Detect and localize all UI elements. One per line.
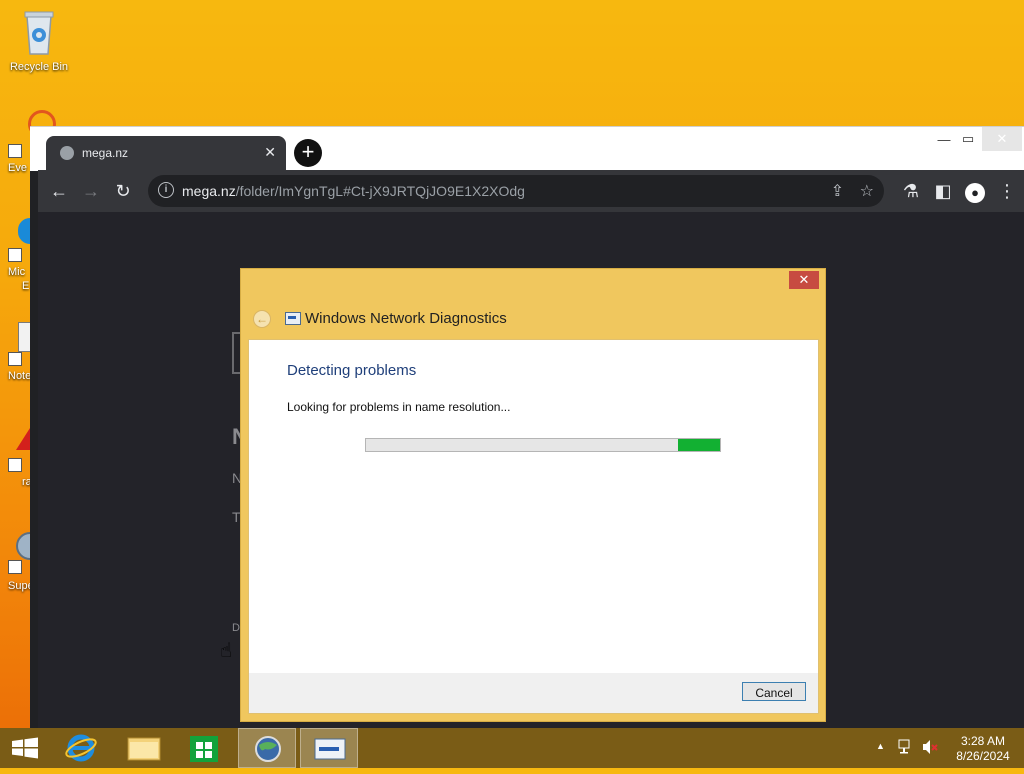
- site-info-icon[interactable]: i: [158, 182, 174, 198]
- shortcut-label: Mic: [8, 266, 26, 278]
- network-diagnostics-dialog: ✕ ← Windows Network Diagnostics Detectin…: [240, 268, 826, 722]
- address-bar[interactable]: i mega.nz/folder/ImYgnTgL#Ct-jX9JRTQjJO9…: [148, 175, 884, 207]
- network-diagnostics-taskbar-icon: [314, 738, 346, 760]
- taskbar: ▲ 3:28 AM 8/26/2024: [0, 728, 1024, 768]
- tab-title: mega.nz: [82, 146, 129, 160]
- browser-menu-icon[interactable]: ⋮: [994, 178, 1020, 204]
- browser-tab[interactable]: mega.nz ✕: [46, 136, 286, 171]
- extension-icon[interactable]: ⚗: [898, 178, 924, 204]
- shortcut-arrow-icon: [8, 352, 22, 366]
- taskbar-store[interactable]: [176, 728, 232, 768]
- window-close-button[interactable]: ✕: [982, 127, 1022, 151]
- windows-logo-icon: [12, 737, 38, 759]
- browser-globe-icon: [255, 736, 281, 762]
- bookmark-star-icon[interactable]: ☆: [860, 181, 874, 201]
- url-text: mega.nz/folder/ImYgnTgL#Ct-jX9JRTQjJO9E1…: [182, 183, 525, 199]
- store-icon: [190, 736, 218, 762]
- taskbar-file-explorer[interactable]: [116, 728, 172, 768]
- tab-close-icon[interactable]: ✕: [264, 144, 276, 161]
- show-hidden-icons-button[interactable]: ▲: [876, 741, 885, 751]
- recycle-bin-label: Recycle Bin: [9, 61, 69, 73]
- back-arrow-icon[interactable]: ←: [253, 310, 271, 328]
- taskbar-browser[interactable]: [238, 728, 296, 768]
- system-clock[interactable]: 3:28 AM 8/26/2024: [948, 734, 1018, 764]
- folder-icon: [127, 737, 161, 761]
- reload-button[interactable]: ↻: [110, 178, 136, 204]
- progress-bar-fill: [678, 439, 720, 451]
- dialog-title: Windows Network Diagnostics: [305, 310, 507, 327]
- back-button[interactable]: ←: [46, 178, 72, 204]
- url-host: mega.nz: [182, 183, 236, 199]
- shortcut-arrow-icon: [8, 144, 22, 158]
- globe-icon: [60, 146, 74, 160]
- shortcut-label: Note: [8, 370, 32, 382]
- shortcut-arrow-icon: [8, 248, 22, 262]
- profile-avatar-icon[interactable]: ●: [962, 178, 988, 204]
- recycle-bin-desktop-icon[interactable]: Recycle Bin: [4, 8, 74, 73]
- dialog-heading: Detecting problems: [287, 362, 417, 379]
- clock-date: 8/26/2024: [956, 749, 1010, 763]
- taskbar-internet-explorer[interactable]: [54, 728, 110, 768]
- side-panel-icon[interactable]: ◧: [930, 178, 956, 204]
- recycle-bin-icon: [24, 11, 54, 55]
- progress-bar: [365, 438, 721, 452]
- new-tab-button[interactable]: +: [294, 139, 322, 167]
- hand-cursor-icon: ☝: [220, 640, 233, 662]
- shortcut-arrow-icon: [8, 458, 22, 472]
- shortcut-arrow-icon: [8, 560, 22, 574]
- browser-toolbar: ← → ↻ i mega.nz/folder/ImYgnTgL#Ct-jX9JR…: [38, 170, 1024, 212]
- shortcut-label: Eve: [8, 162, 27, 174]
- page-text: D: [232, 622, 240, 634]
- volume-muted-icon[interactable]: [922, 739, 940, 758]
- internet-explorer-icon: [65, 734, 97, 762]
- forward-button[interactable]: →: [78, 178, 104, 204]
- share-icon[interactable]: ⇪: [831, 181, 844, 201]
- browser-titlebar: mega.nz ✕ + — ▭ ✕: [30, 126, 1024, 171]
- taskbar-network-diagnostics[interactable]: [300, 728, 358, 768]
- network-tray-icon[interactable]: [898, 739, 914, 758]
- cancel-button[interactable]: Cancel: [742, 682, 806, 701]
- dialog-status-text: Looking for problems in name resolution.…: [287, 400, 511, 414]
- dialog-footer: Cancel: [248, 673, 819, 714]
- network-diagnostics-icon: [285, 312, 301, 325]
- clock-time: 3:28 AM: [960, 734, 1006, 748]
- dialog-body: Detecting problems Looking for problems …: [248, 339, 819, 674]
- dialog-close-button[interactable]: ✕: [789, 271, 819, 289]
- start-button[interactable]: [0, 728, 56, 768]
- shortcut-label: E: [22, 280, 30, 292]
- url-path: /folder/ImYgnTgL#Ct-jX9JRTQjJO9E1X2XOdg: [235, 183, 525, 199]
